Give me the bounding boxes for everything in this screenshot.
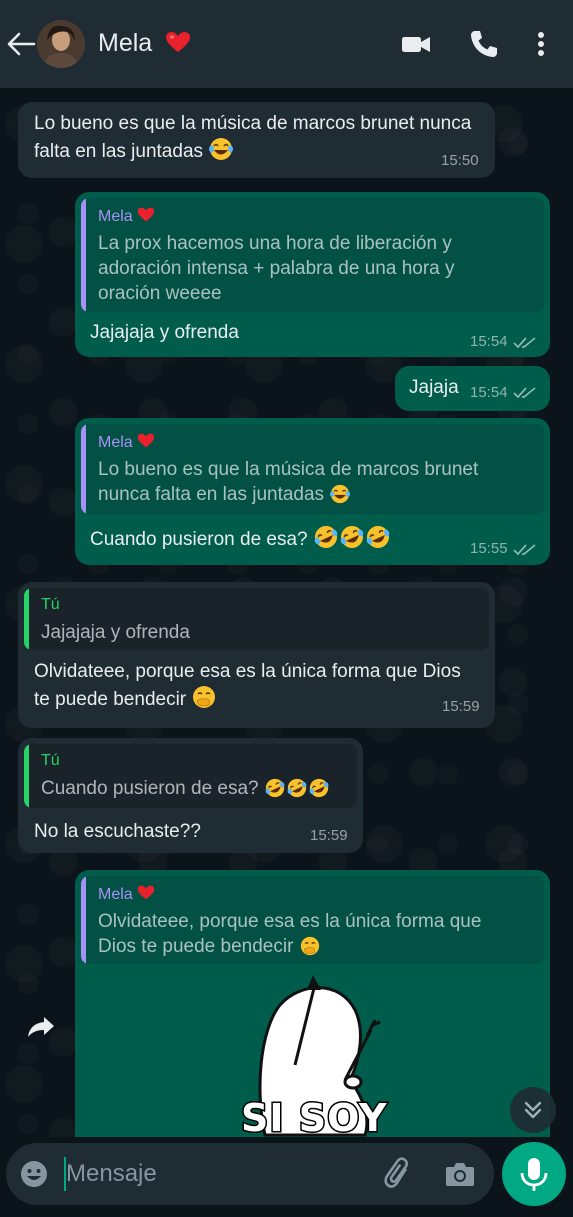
heart-icon: [137, 885, 155, 900]
message-incoming[interactable]: Tú Cuando pusieron de esa? No la escucha…: [18, 738, 363, 853]
quote-text: Cuando pusieron de esa?: [41, 776, 330, 801]
quote-author: Mela: [98, 207, 155, 226]
message-incoming[interactable]: Tú Jajajaja y ofrenda Olvidateee, porque…: [18, 582, 495, 728]
phone-icon[interactable]: [468, 28, 500, 60]
rolling-laughing-emoji-icon: [314, 526, 338, 548]
message-text: Jajaja: [409, 377, 459, 398]
message-time: 15:59: [310, 827, 348, 844]
message-outgoing[interactable]: Jajaja 15:54: [395, 366, 550, 411]
rolling-laughing-emoji-icon: [265, 778, 285, 798]
heart-icon: [166, 32, 191, 52]
message-time: 15:59: [442, 698, 480, 715]
double-check-icon: [513, 337, 536, 349]
heart-icon: [137, 207, 155, 222]
video-camera-icon[interactable]: [400, 28, 432, 60]
quote-text: Jajajaja y ofrenda: [41, 622, 190, 643]
message-time: 15:54: [470, 384, 508, 401]
rofl-emoji-group: [264, 778, 330, 799]
rolling-laughing-emoji-icon: [340, 526, 364, 548]
heart-icon: [137, 433, 155, 448]
contact-name[interactable]: Mela: [98, 29, 191, 58]
rolling-laughing-emoji-icon: [309, 778, 329, 798]
laughing-tears-emoji-icon: [209, 138, 234, 160]
sticker-image[interactable]: SI SOY: [225, 970, 425, 1137]
laughing-tears-emoji-icon: [330, 484, 351, 504]
scroll-to-bottom-button[interactable]: [510, 1087, 556, 1133]
quote-text: Olvidateee, porque esa es la única forma…: [98, 911, 482, 957]
chevron-double-down-icon: [524, 1101, 542, 1119]
paperclip-icon[interactable]: [382, 1157, 414, 1191]
arrow-left-icon[interactable]: [6, 30, 36, 58]
message-time: 15:55: [470, 540, 508, 557]
avatar[interactable]: [37, 20, 85, 68]
quote-text: Lo bueno es que la música de marcos brun…: [98, 459, 479, 505]
message-text: Jajajaja y ofrenda: [90, 322, 239, 343]
microphone-button[interactable]: [502, 1142, 566, 1206]
message-outgoing[interactable]: Mela La prox hacemos una hora de liberac…: [75, 192, 550, 357]
message-outgoing[interactable]: Mela Lo bueno es que la música de marcos…: [75, 418, 550, 565]
contact-name-text[interactable]: Mela: [98, 29, 152, 57]
message-text: No la escuchaste??: [34, 821, 201, 842]
rofl-emoji-group: [313, 526, 391, 550]
message-text: Lo bueno es que la música de marcos brun…: [34, 113, 472, 162]
chat-header: Mela: [0, 0, 573, 88]
quoted-message[interactable]: Mela Olvidateee, porque esa es la única …: [81, 876, 544, 964]
camera-icon[interactable]: [444, 1159, 476, 1189]
face-hand-over-mouth-icon: [300, 936, 319, 956]
quote-text: La prox hacemos una hora de liberación y…: [98, 233, 455, 304]
quote-author: Mela: [98, 433, 155, 452]
quoted-message[interactable]: Tú Jajajaja y ofrenda: [24, 588, 489, 650]
smiley-icon[interactable]: [19, 1159, 49, 1189]
double-check-icon: [513, 544, 536, 556]
message-text: Olvidateee, porque esa es la única forma…: [34, 661, 461, 710]
message-time: 15:54: [470, 333, 508, 350]
face-hand-over-mouth-icon: [193, 686, 216, 708]
quoted-message[interactable]: Tú Cuando pusieron de esa?: [24, 744, 357, 808]
quote-author: Mela: [98, 885, 155, 904]
message-text: Cuando pusieron de esa?: [90, 525, 391, 553]
quoted-message[interactable]: Mela Lo bueno es que la música de marcos…: [81, 424, 544, 514]
chat-area[interactable]: Lo bueno es que la música de marcos brun…: [0, 88, 573, 1137]
quote-author: Tú: [41, 752, 60, 769]
message-incoming[interactable]: Lo bueno es que la música de marcos brun…: [18, 102, 495, 178]
double-check-icon: [513, 387, 536, 399]
forward-icon[interactable]: [24, 1008, 58, 1042]
message-time: 15:50: [441, 152, 479, 169]
quote-author: Tú: [41, 596, 60, 613]
message-input[interactable]: Mensaje: [66, 1160, 157, 1188]
rolling-laughing-emoji-icon: [366, 526, 390, 548]
message-outgoing[interactable]: Mela Olvidateee, porque esa es la única …: [75, 870, 550, 1137]
rolling-laughing-emoji-icon: [287, 778, 307, 798]
quoted-message[interactable]: Mela La prox hacemos una hora de liberac…: [81, 198, 544, 312]
more-vertical-icon[interactable]: [526, 28, 556, 60]
sticker-caption: SI SOY: [240, 1096, 389, 1138]
microphone-icon: [520, 1158, 548, 1191]
